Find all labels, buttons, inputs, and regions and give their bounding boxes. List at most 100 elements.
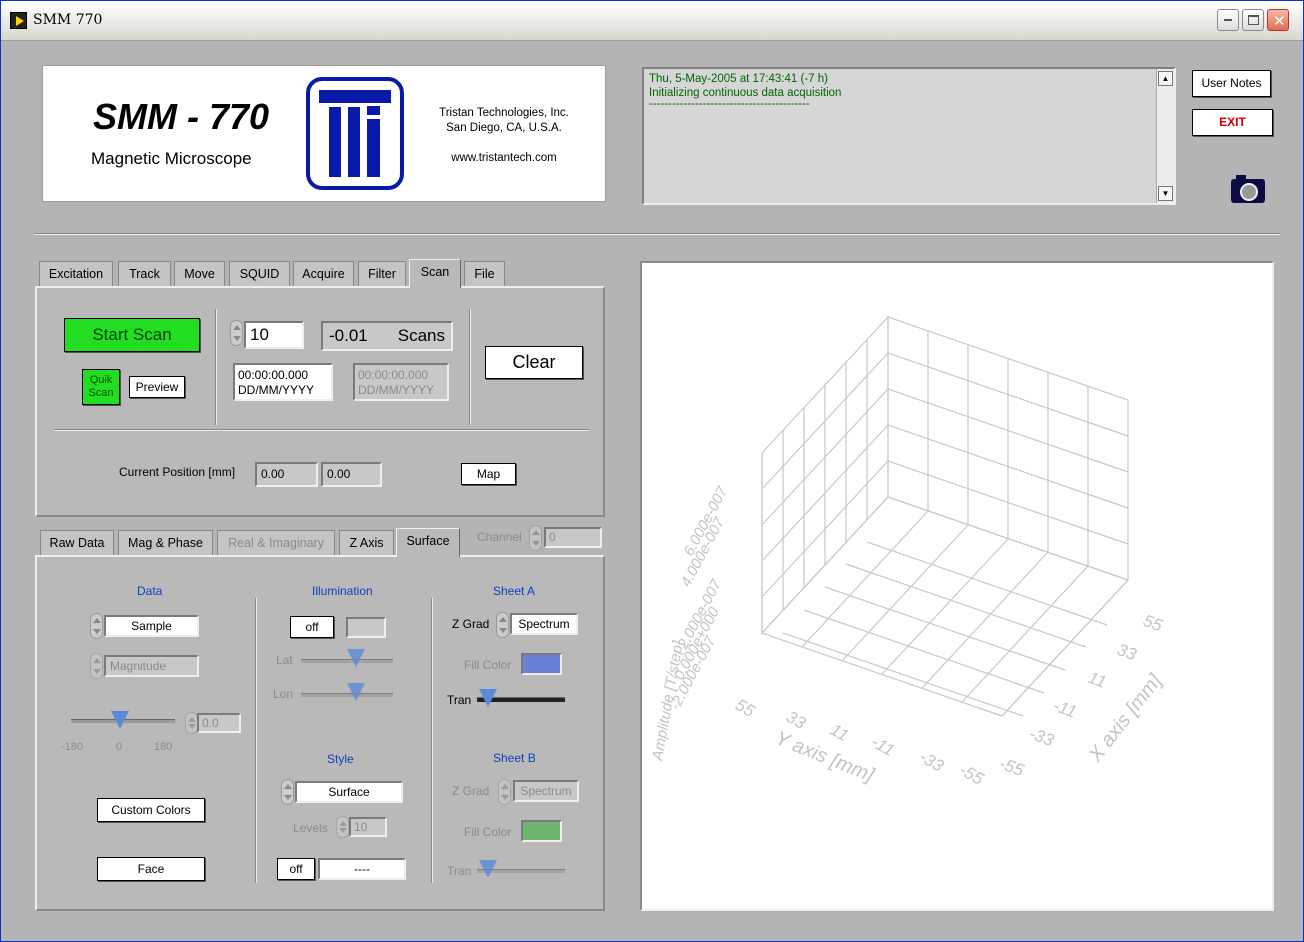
quik-scan-button[interactable]: Quik Scan <box>82 369 120 405</box>
close-button[interactable]: ✕ <box>1267 9 1289 31</box>
surface-plot[interactable]: -2.000e-007 0.000e+000 2.000e-007 4.000e… <box>640 261 1274 911</box>
start-time: 00:00:00.000 <box>238 368 309 382</box>
product-name: SMM - 770 <box>93 96 270 137</box>
divider <box>54 429 589 431</box>
lat-label: Lat <box>276 653 293 667</box>
position-x-field: 0.00 <box>255 462 318 487</box>
sheet-a-zgrad-stepper[interactable] <box>496 612 509 638</box>
title-bar[interactable]: SMM 770 ✕ <box>1 1 1303 41</box>
window-title: SMM 770 <box>33 12 103 28</box>
levels-field: 10 <box>349 817 387 837</box>
data-component-field: Magnitude <box>104 655 199 677</box>
channel-field: 0 <box>544 527 602 548</box>
scans-readout: -0.01 Scans <box>321 321 453 351</box>
style-toggle[interactable]: off <box>277 858 315 880</box>
clear-button[interactable]: Clear <box>485 346 583 379</box>
y-tick-label: -55 <box>956 760 987 789</box>
sheet-b-zgrad-field: Spectrum <box>513 780 579 802</box>
face-button[interactable]: Face <box>97 857 205 881</box>
data-source-stepper[interactable] <box>90 613 103 639</box>
company-info: Tristan Technologies, Inc. San Diego, CA,… <box>428 106 580 136</box>
lon-label: Lon <box>273 687 294 701</box>
sheet-b-zgrad-stepper <box>498 779 511 805</box>
tab-squid[interactable]: SQUID <box>229 261 290 287</box>
maximize-button[interactable] <box>1242 9 1264 31</box>
log-scrollbar[interactable]: ▲ ▼ <box>1156 69 1174 203</box>
company-name: Tristan Technologies, Inc. <box>439 107 569 119</box>
illumination-color <box>346 617 386 638</box>
product-subtitle: Magnetic Microscope <box>91 149 252 168</box>
levels-label: Levels <box>293 821 328 835</box>
x-tick-label: -11 <box>1051 696 1079 722</box>
x-tick-label: 33 <box>1115 640 1140 665</box>
scroll-down-icon[interactable]: ▼ <box>1158 186 1173 201</box>
scan-count-field[interactable]: 10 <box>244 321 304 349</box>
angle-field: 0.0 <box>197 713 241 733</box>
app-icon <box>10 12 27 29</box>
custom-colors-button[interactable]: Custom Colors <box>97 798 205 822</box>
camera-icon[interactable] <box>1231 175 1265 203</box>
sheet-a-tran-thumb[interactable] <box>479 689 497 707</box>
tab-file[interactable]: File <box>464 261 505 287</box>
sheet-a-fill-label: Fill Color <box>464 658 512 672</box>
current-position-label: Current Position [mm] <box>119 465 236 479</box>
start-scan-button[interactable]: Start Scan <box>64 318 200 352</box>
minimize-button[interactable] <box>1217 9 1239 31</box>
exit-button[interactable]: EXIT <box>1192 109 1273 136</box>
close-icon: ✕ <box>1273 12 1286 30</box>
divider <box>255 598 257 883</box>
style-stepper[interactable] <box>281 779 294 805</box>
end-time: 00:00:00.000 <box>358 368 429 382</box>
company-website: www.tristantech.com <box>451 152 557 164</box>
style-field[interactable]: Surface <box>295 781 403 803</box>
data-source-field[interactable]: Sample <box>104 615 199 637</box>
scan-count-stepper[interactable] <box>230 320 243 346</box>
y-tick-label: -33 <box>916 747 947 776</box>
divider <box>469 309 471 425</box>
company-location: San Diego, CA, U.S.A. <box>446 122 562 134</box>
angle-tick: 180 <box>154 741 173 753</box>
map-button[interactable]: Map <box>461 463 516 485</box>
tab-filter[interactable]: Filter <box>358 261 406 287</box>
tab-move[interactable]: Move <box>174 261 225 287</box>
lat-slider-thumb <box>347 649 365 667</box>
tristan-logo-icon <box>306 77 404 190</box>
tab-scan[interactable]: Scan <box>409 259 461 288</box>
main-window: SMM 770 ✕ SMM - 770 Magnetic Microscope … <box>0 0 1304 942</box>
levels-stepper <box>336 816 349 838</box>
tab-mag-phase[interactable]: Mag & Phase <box>118 530 213 556</box>
channel-stepper <box>529 525 542 551</box>
sheet-a-header: Sheet A <box>493 584 536 598</box>
preview-button[interactable]: Preview <box>129 376 185 398</box>
sheet-a-fill-color[interactable] <box>521 653 562 675</box>
start-time-field[interactable]: 00:00:00.000 DD/MM/YYYY <box>233 363 333 401</box>
tab-raw-data[interactable]: Raw Data <box>40 530 114 556</box>
illumination-toggle[interactable]: off <box>290 616 334 638</box>
logo-panel: SMM - 770 Magnetic Microscope Tristan Te… <box>42 65 606 202</box>
message-log[interactable]: Thu, 5-May-2005 at 17:43:41 (-7 h) Initi… <box>642 67 1176 205</box>
tab-acquire[interactable]: Acquire <box>293 261 354 287</box>
divider <box>431 598 433 883</box>
tab-surface[interactable]: Surface <box>396 528 460 557</box>
tab-excitation[interactable]: Excitation <box>39 261 113 287</box>
user-notes-button[interactable]: User Notes <box>1192 70 1271 97</box>
x-tick-label: 55 <box>1141 611 1166 636</box>
sheet-b-tran-thumb <box>479 860 497 878</box>
scans-label: Scans <box>397 326 445 345</box>
lon-slider-thumb <box>347 683 365 701</box>
tab-z-axis[interactable]: Z Axis <box>339 530 394 556</box>
data-header: Data <box>137 584 163 598</box>
angle-slider-thumb[interactable] <box>111 711 129 729</box>
start-date: DD/MM/YYYY <box>238 383 315 397</box>
end-date: DD/MM/YYYY <box>358 383 435 397</box>
scroll-up-icon[interactable]: ▲ <box>1158 71 1173 86</box>
tab-track[interactable]: Track <box>118 261 171 287</box>
z-tick-labels: -2.000e-007 0.000e+000 2.000e-007 4.000e… <box>649 483 731 762</box>
x-tick-label: -55 <box>997 754 1027 780</box>
data-component-stepper <box>90 653 103 679</box>
sheet-a-zgrad-field[interactable]: Spectrum <box>510 613 578 635</box>
sheet-b-tran-label: Tran <box>447 864 472 878</box>
sheet-a-zgrad-label: Z Grad <box>452 617 490 631</box>
sheet-b-header: Sheet B <box>493 751 536 765</box>
style-extra-field[interactable]: ---- <box>318 858 406 880</box>
